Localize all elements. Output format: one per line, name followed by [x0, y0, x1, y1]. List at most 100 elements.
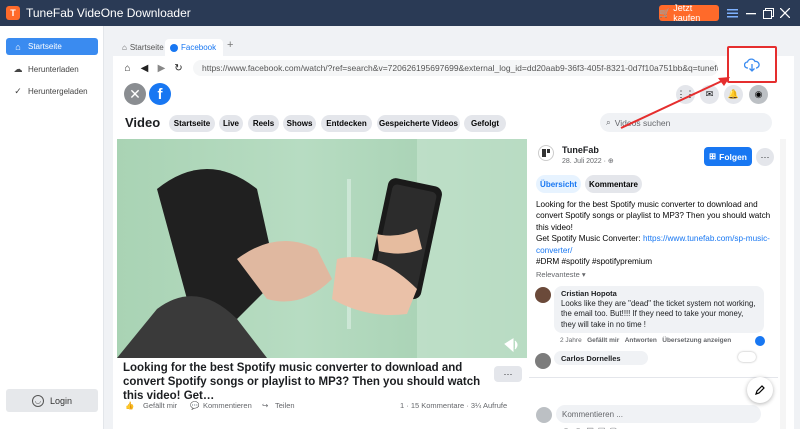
browser-panel: ⌂ Startseite Facebook + ⌂ ◀ ▶ ↻ https://… — [113, 36, 794, 429]
cloud-download-icon: ☁ — [13, 64, 23, 74]
follow-label: Folgen — [719, 151, 747, 162]
url-bar[interactable]: https://www.facebook.com/watch/?ref=sear… — [193, 60, 718, 76]
reload-icon[interactable]: ↻ — [172, 62, 185, 75]
comment-bubble: Cristian Hopota Looks like they are "dea… — [554, 286, 764, 333]
home-icon: ⌂ — [122, 43, 127, 52]
comment-input[interactable]: Kommentieren ... — [556, 405, 761, 423]
menu-icon[interactable] — [724, 4, 740, 22]
tab-startseite[interactable]: ⌂ Startseite — [117, 39, 169, 56]
home-icon[interactable]: ⌂ — [121, 62, 134, 75]
chip-startseite[interactable]: Startseite — [169, 115, 215, 132]
comment-text: Looks like they are "dead" the ticket sy… — [561, 299, 756, 329]
forward-icon[interactable]: ▶ — [155, 62, 168, 75]
page-avatar[interactable] — [538, 145, 554, 161]
post-options-button[interactable]: ··· — [756, 148, 774, 166]
comment-label[interactable]: Kommentieren — [203, 401, 252, 410]
comment-translate[interactable]: Übersetzung anzeigen — [662, 337, 731, 344]
menu-grid-icon[interactable]: ⋮⋮ — [676, 85, 695, 104]
video-nav: Video Startseite Live Reels Shows Entdec… — [113, 112, 774, 136]
tab-facebook[interactable]: Facebook — [165, 39, 223, 56]
more-options-button[interactable]: ··· — [494, 366, 522, 382]
app-title: TuneFab VideOne Downloader — [26, 6, 191, 20]
comment-meta: 2 Jahre Gefällt mir Antworten Übersetzun… — [560, 337, 731, 344]
scrollbar[interactable] — [780, 139, 786, 429]
back-icon[interactable]: ◀ — [138, 62, 151, 75]
sort-label: Relevanteste — [536, 270, 582, 279]
chip-entdecken[interactable]: Entdecken — [321, 115, 372, 132]
facebook-icon — [170, 43, 178, 52]
video-search-input[interactable]: ⌕ Videos suchen — [600, 113, 772, 132]
sidebar-item-label: Startseite — [28, 42, 62, 51]
new-message-button[interactable] — [747, 377, 773, 403]
close-icon[interactable]: ✕ — [124, 83, 146, 105]
tab-comments[interactable]: Kommentare — [585, 175, 642, 193]
commenter-avatar[interactable] — [535, 287, 551, 303]
share-icon[interactable]: ↪ — [262, 401, 268, 410]
comment-placeholder: Kommentieren ... — [562, 409, 623, 419]
avatar — [536, 407, 552, 423]
add-tab-button[interactable]: + — [227, 39, 233, 51]
comment-reaction-icon — [738, 352, 756, 362]
buy-now-label: Jetzt kaufen — [673, 3, 701, 23]
tab-label: Startseite — [129, 43, 164, 52]
commenter-avatar[interactable] — [535, 353, 551, 369]
close-icon[interactable] — [777, 4, 793, 22]
video-actions: 👍 Gefällt mir 💬 Kommentieren ↪ Teilen 1 … — [125, 401, 525, 415]
cart-icon: 🛒 — [659, 7, 671, 18]
description-text: Looking for the best Spotify music conve… — [536, 200, 771, 232]
tab-overview[interactable]: Übersicht — [536, 175, 581, 193]
search-icon: ⌕ — [606, 117, 611, 127]
comment-like[interactable]: Gefällt mir — [587, 337, 619, 344]
post-panel: TuneFab 28. Juli 2022 · ⊕ ⊞ Folgen ··· Ü… — [529, 139, 778, 429]
commenter-name[interactable]: Cristian Hopota — [561, 289, 757, 299]
share-label[interactable]: Teilen — [275, 401, 295, 410]
video-frame — [117, 139, 527, 358]
post-date-text: 28. Juli 2022 · — [562, 158, 608, 165]
chevron-down-icon: ▾ — [581, 270, 586, 279]
page-name[interactable]: TuneFab — [562, 145, 599, 155]
restore-icon[interactable] — [760, 4, 776, 22]
commenter-name[interactable]: Carlos Dornelles — [561, 354, 641, 364]
post-date: 28. Juli 2022 · ⊕ — [562, 157, 614, 165]
sidebar-item-heruntergeladen[interactable]: ✓ Heruntergeladen — [6, 83, 98, 100]
download-button[interactable] — [727, 46, 777, 83]
video-player[interactable] — [117, 139, 527, 358]
navigation-row: ⌂ ◀ ▶ ↻ https://www.facebook.com/watch/?… — [113, 56, 794, 80]
sidebar-item-herunterladen[interactable]: ☁ Herunterladen — [6, 61, 98, 78]
edit-icon — [755, 385, 765, 395]
like-label[interactable]: Gefällt mir — [143, 401, 177, 410]
chip-live[interactable]: Live — [219, 115, 243, 132]
minimize-icon[interactable] — [743, 4, 759, 22]
comment-reply[interactable]: Antworten — [625, 337, 657, 344]
title-bar: T TuneFab VideOne Downloader 🛒 Jetzt kau… — [0, 0, 800, 26]
tab-label: Facebook — [181, 43, 217, 52]
sidebar-item-label: Heruntergeladen — [28, 87, 88, 96]
sort-comments-dropdown[interactable]: Relevanteste ▾ — [536, 270, 586, 279]
chip-gespeicherte-videos[interactable]: Gespeicherte Videos — [377, 115, 460, 132]
sidebar-item-startseite[interactable]: ⌂ Startseite — [6, 38, 98, 55]
video-heading: Video — [125, 115, 161, 130]
tab-bar: ⌂ Startseite Facebook + — [113, 36, 794, 56]
search-placeholder: Videos suchen — [614, 117, 671, 128]
comment-bubble: Carlos Dornelles — [554, 351, 648, 365]
check-circle-icon: ✓ — [14, 86, 22, 96]
chip-reels[interactable]: Reels — [248, 115, 279, 132]
facebook-header: ✕ f ⋮⋮ ✉ 🔔 ◉ — [113, 83, 794, 107]
hashtags[interactable]: #DRM #spotify #spotifypremium — [536, 256, 771, 267]
sidebar-item-label: Herunterladen — [28, 65, 79, 74]
comment-icon[interactable]: 💬 — [190, 401, 199, 410]
comment-reaction-icon — [755, 336, 765, 346]
comment-age: 2 Jahre — [560, 337, 582, 344]
login-button[interactable]: ◡ Login — [6, 389, 98, 412]
buy-now-button[interactable]: 🛒 Jetzt kaufen — [659, 3, 719, 23]
chip-shows[interactable]: Shows — [283, 115, 316, 132]
messenger-icon[interactable]: ✉ — [700, 85, 719, 104]
facebook-logo[interactable]: f — [149, 83, 171, 105]
like-icon[interactable]: 👍 — [125, 401, 134, 410]
avatar[interactable]: ◉ — [749, 85, 768, 104]
login-label: Login — [49, 395, 73, 406]
reaction-count[interactable]: 1 · 15 Kommentare · 3¼ Aufrufe — [400, 401, 507, 410]
notifications-icon[interactable]: 🔔 — [724, 85, 743, 104]
follow-button[interactable]: ⊞ Folgen — [704, 147, 752, 166]
chip-gefolgt[interactable]: Gefolgt — [464, 115, 506, 132]
